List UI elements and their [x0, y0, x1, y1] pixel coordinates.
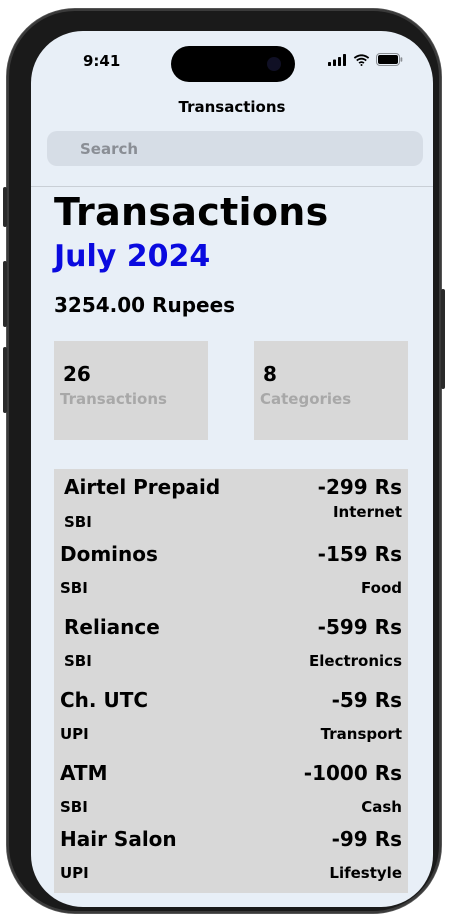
search-bar[interactable]: Search	[47, 131, 423, 166]
transaction-category: Transport	[320, 725, 402, 743]
transaction-row[interactable]: Dominos -159 Rs SBI Food	[54, 537, 408, 607]
transaction-category: Internet	[332, 503, 402, 521]
action-button	[3, 187, 7, 227]
transaction-merchant: Dominos	[60, 542, 158, 566]
nav-title: Transactions	[178, 98, 286, 116]
cellular-signal-icon	[328, 53, 346, 66]
transaction-row[interactable]: Ch. UTC -59 Rs UPI Transport	[54, 683, 408, 753]
transaction-source: UPI	[60, 725, 89, 743]
transaction-source: SBI	[60, 798, 88, 816]
search-input[interactable]: Search	[80, 140, 138, 158]
power-button	[441, 289, 445, 389]
transactions-count-card[interactable]: 26 Transactions	[54, 341, 208, 440]
transaction-merchant: Hair Salon	[60, 827, 177, 851]
transactions-count-label: Transactions	[60, 390, 167, 408]
transaction-merchant: Ch. UTC	[60, 688, 149, 712]
transaction-source: SBI	[64, 513, 92, 531]
transaction-list: Airtel Prepaid -299 Rs SBI Internet Domi…	[54, 469, 408, 893]
categories-count-label: Categories	[260, 390, 352, 408]
transaction-amount: -159 Rs	[317, 542, 402, 566]
transaction-amount: -299 Rs	[317, 475, 402, 499]
screen: 9:41 Transactions Search Transactions Ju…	[31, 31, 433, 907]
page-title: Transactions	[54, 190, 329, 234]
transaction-amount: -1000 Rs	[303, 761, 402, 785]
status-time: 9:41	[83, 52, 121, 70]
dynamic-island	[171, 46, 295, 82]
transaction-source: SBI	[60, 579, 88, 597]
nav-divider	[31, 186, 433, 187]
transaction-row[interactable]: Hair Salon -99 Rs UPI Lifestyle	[54, 822, 408, 892]
wifi-icon	[353, 53, 370, 66]
categories-count-card[interactable]: 8 Categories	[254, 341, 408, 440]
volume-up-button	[3, 261, 7, 327]
transaction-source: UPI	[60, 864, 89, 882]
volume-down-button	[3, 347, 7, 413]
transaction-row[interactable]: ATM -1000 Rs SBI Cash	[54, 756, 408, 826]
transactions-count: 26	[63, 362, 91, 386]
front-camera	[267, 57, 281, 71]
battery-icon	[376, 53, 403, 66]
categories-count: 8	[263, 362, 277, 386]
transaction-merchant: ATM	[60, 761, 108, 785]
transaction-amount: -599 Rs	[317, 615, 402, 639]
transaction-category: Lifestyle	[329, 864, 402, 882]
transaction-amount: -99 Rs	[331, 827, 402, 851]
total-amount: 3254.00 Rupees	[54, 293, 236, 317]
transaction-category: Food	[361, 579, 402, 597]
month-label: July 2024	[54, 239, 211, 274]
transaction-merchant: Airtel Prepaid	[64, 475, 221, 499]
transaction-source: SBI	[64, 652, 92, 670]
transaction-amount: -59 Rs	[331, 688, 402, 712]
transaction-row[interactable]: Airtel Prepaid -299 Rs SBI Internet	[54, 469, 408, 539]
phone-frame: 9:41 Transactions Search Transactions Ju…	[3, 9, 445, 913]
transaction-row[interactable]: Reliance -599 Rs SBI Electronics	[54, 610, 408, 680]
transaction-merchant: Reliance	[64, 615, 160, 639]
transaction-category: Cash	[361, 798, 402, 816]
transaction-category: Electronics	[309, 652, 402, 670]
status-icons	[328, 53, 403, 66]
